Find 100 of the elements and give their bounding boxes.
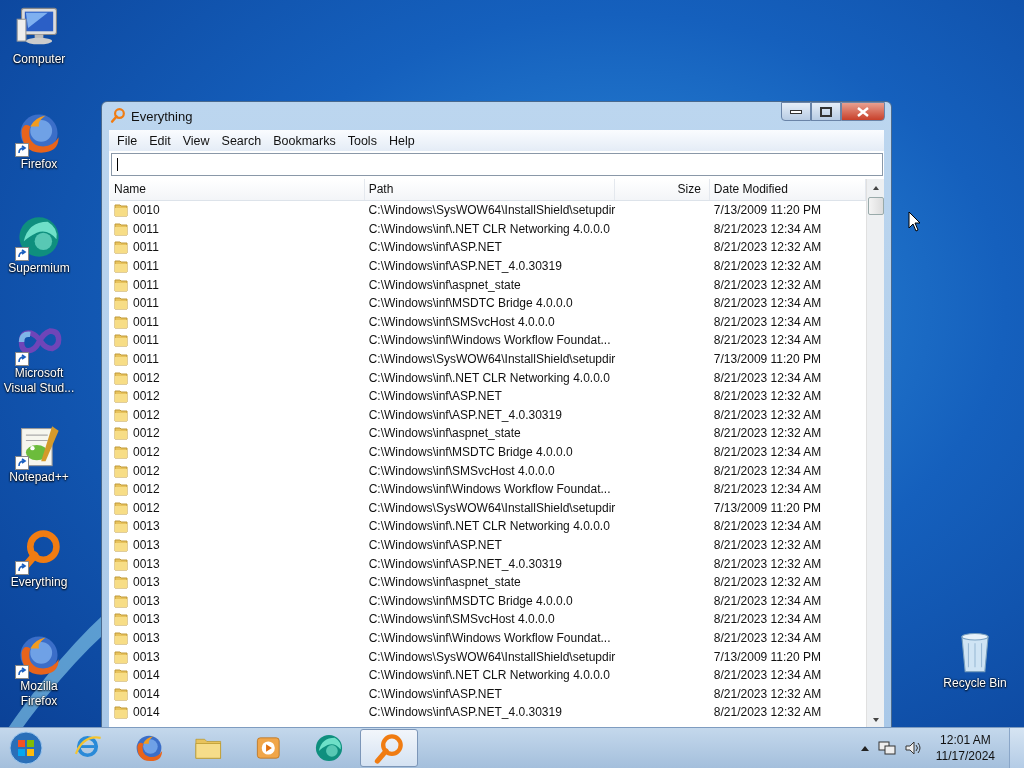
folder-icon [114,630,128,645]
column-header[interactable]: Path [364,179,616,200]
search-field[interactable] [111,153,883,176]
file-name[interactable]: 0013 [133,575,160,590]
file-name[interactable]: 0012 [133,463,160,478]
menu-item[interactable]: Help [382,133,421,148]
date-modified: 8/21/2023 12:32 AM [712,705,823,720]
date-modified: 8/21/2023 12:32 AM [712,556,823,571]
maximize-icon [820,106,832,117]
file-name[interactable]: 0010 [133,203,160,218]
file-name[interactable]: 0013 [133,519,160,534]
date-modified: 8/21/2023 12:32 AM [712,575,823,590]
column-header[interactable]: Size [615,179,710,200]
folder-icon [114,482,128,497]
folder-icon [114,649,128,664]
volume-icon[interactable] [903,740,922,756]
file-name[interactable]: 0011 [133,314,159,329]
file-name[interactable]: 0011 [133,333,159,348]
folder-icon [114,333,128,348]
file-name[interactable]: 0013 [133,612,160,627]
file-path: C:\Windows\inf\Windows Workflow Foundat... [367,482,612,497]
file-path: C:\Windows\inf\Windows Workflow Foundat... [367,630,612,645]
vertical-scrollbar[interactable] [866,179,884,727]
scrollbar-thumb[interactable] [867,197,884,215]
file-name[interactable]: 0013 [133,538,160,552]
date-modified: 8/21/2023 12:34 AM [712,612,823,627]
file-name[interactable]: 0012 [133,500,160,515]
menu-item[interactable]: Tools [341,133,383,148]
file-name[interactable]: 0011 [133,259,159,274]
show-desktop-button[interactable] [1009,728,1024,768]
show-hidden-icons-icon[interactable] [859,744,870,752]
folder-icon [114,519,128,534]
column-header[interactable]: Name [110,179,365,200]
file-name[interactable]: 0012 [133,370,160,385]
date-modified: 8/21/2023 12:32 AM [712,389,823,404]
date-modified: 8/21/2023 12:32 AM [712,426,823,441]
file-path: C:\Windows\inf\ASP.NET_4.0.30319 [367,705,563,720]
menu-item[interactable]: Bookmarks [267,133,342,148]
icon-label[interactable]: Computer [12,52,66,67]
file-name[interactable]: 0012 [133,389,160,404]
close-button[interactable] [841,102,885,121]
menu-item[interactable]: View [176,133,216,148]
file-name[interactable]: 0013 [133,556,160,571]
date-modified: 8/21/2023 12:32 AM [712,259,823,274]
file-name[interactable]: 0011 [133,296,159,311]
file-name[interactable]: 0011 [133,221,159,236]
file-name[interactable]: 0012 [133,407,160,422]
folder-icon [114,240,128,255]
folder-icon [114,203,128,218]
date-modified: 8/21/2023 12:34 AM [712,482,823,497]
file-name[interactable]: 0014 [133,686,160,701]
file-path: C:\Windows\inf\MSDTC Bridge 4.0.0.0 [367,445,574,459]
date-modified: 7/13/2009 11:20 PM [712,649,823,664]
file-name[interactable]: 0012 [133,445,160,459]
minimize-button[interactable] [781,102,811,121]
folder-icon [114,593,128,608]
menu-item[interactable]: Search [215,133,268,148]
file-name[interactable]: 0011 [133,352,159,367]
maximize-button[interactable] [811,102,841,121]
clock[interactable]: 12:01 AM 11/17/2024 [929,732,1001,764]
menu-item[interactable]: Edit [143,133,177,148]
file-name[interactable]: 0014 [133,668,160,683]
file-path: C:\Windows\inf\.NET CLR Networking 4.0.0.0 [367,370,611,385]
mouse-pointer-icon [908,211,922,233]
file-path: C:\Windows\inf\SMSvcHost 4.0.0.0 [367,463,556,478]
date-modified: 8/21/2023 12:34 AM [712,463,823,478]
menu-item[interactable]: File [111,133,144,148]
date-modified: 8/21/2023 12:34 AM [712,445,823,459]
icon-label[interactable]: Everything [10,574,68,590]
file-path: C:\Windows\inf\SMSvcHost 4.0.0.0 [367,314,556,329]
file-path: C:\Windows\SysWOW64\InstallShield\setupdir [367,352,616,367]
network-icon[interactable] [877,740,896,756]
folder-icon [114,686,128,701]
file-name[interactable]: 0012 [133,482,160,497]
folder-icon [114,445,128,459]
file-name[interactable]: 0012 [133,426,160,441]
file-path: C:\Windows\SysWOW64\InstallShield\setupdir [367,649,616,664]
file-name[interactable]: 0011 [133,277,159,292]
file-name[interactable]: 0011 [133,240,159,255]
date-modified: 8/21/2023 12:34 AM [712,593,823,608]
icon-label[interactable]: Microsoft Visual Stud... [1,365,77,396]
date-modified: 8/21/2023 12:34 AM [712,333,823,348]
folder-icon [114,426,128,441]
browser-orb-icon [313,732,345,764]
taskbar-button[interactable] [360,729,418,767]
file-name[interactable]: 0013 [133,649,160,664]
file-name[interactable]: 0013 [133,593,160,608]
date-modified: 8/21/2023 12:34 AM [712,314,823,329]
file-name[interactable]: 0014 [133,705,160,720]
icon-label[interactable]: Recycle Bin [943,676,1007,691]
file-name[interactable]: 0013 [133,630,160,645]
folder-icon [114,259,128,274]
icon-label[interactable]: Mozilla Firefox [1,679,77,709]
folder-icon [114,407,128,422]
icon-label[interactable]: Firefox [20,156,58,172]
icon-label[interactable]: Notepad++ [9,470,69,485]
file-path: C:\Windows\inf\aspnet_state [367,277,522,292]
folder-icon [114,612,128,627]
file-path: C:\Windows\inf\.NET CLR Networking 4.0.0.0 [367,519,611,534]
icon-label[interactable]: Supermium [8,261,70,276]
